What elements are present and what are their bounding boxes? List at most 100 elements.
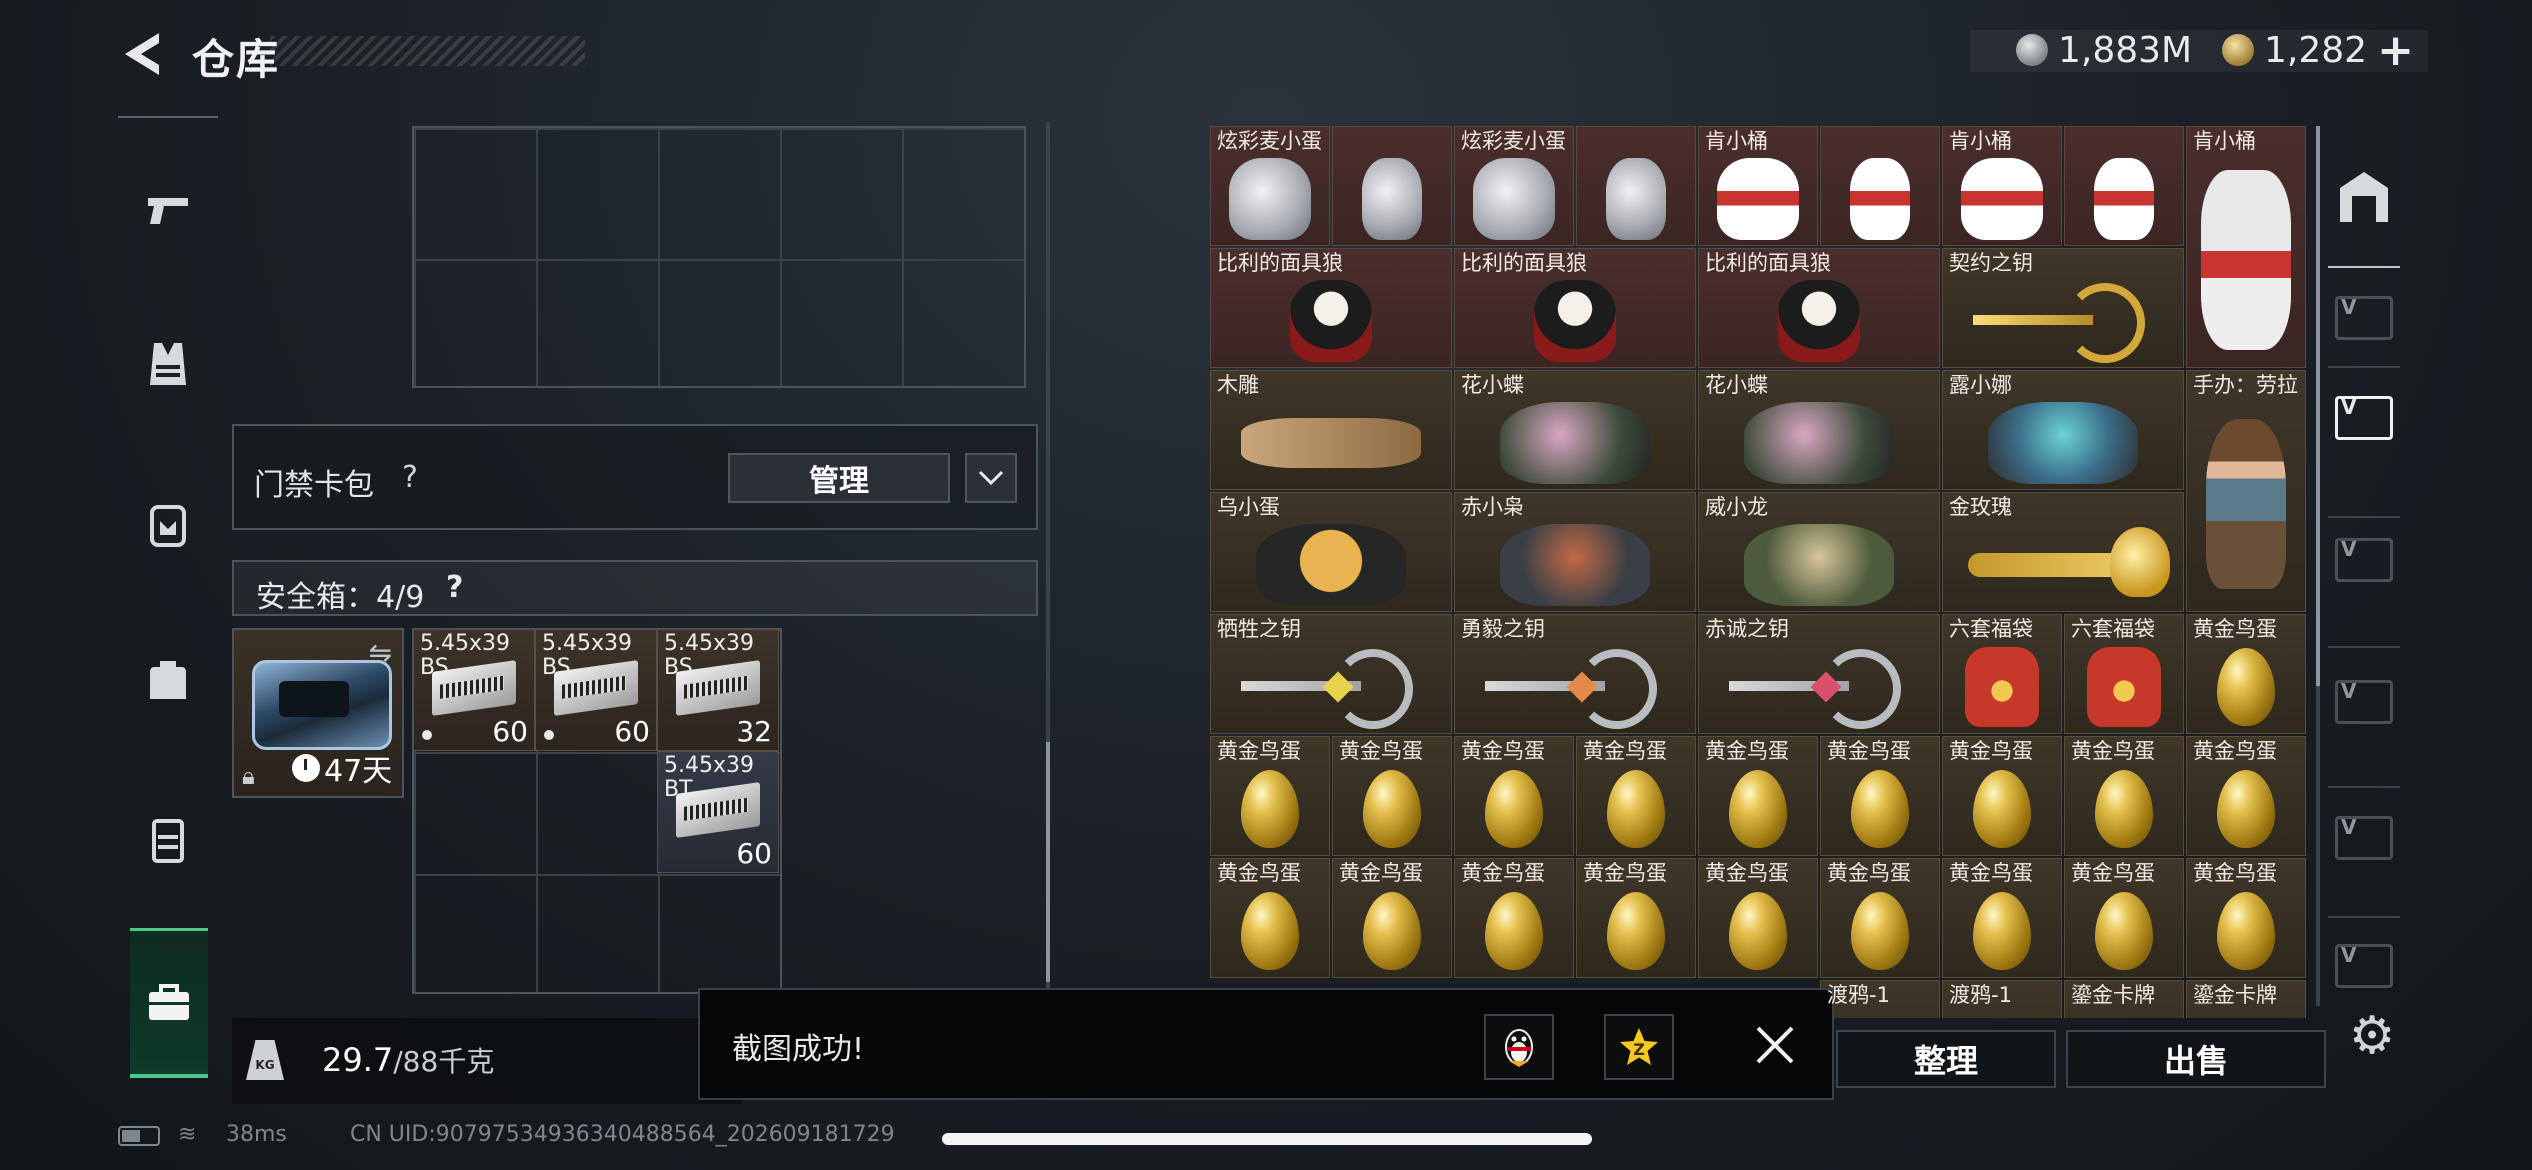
stash-item[interactable]: 比利的面具狼: [1210, 248, 1452, 368]
stash-item[interactable]: 黄金鸟蛋: [1332, 858, 1452, 978]
stash-item[interactable]: 花小蝶: [1698, 370, 1940, 490]
stash-item[interactable]: 渡鸦-1: [1820, 980, 1940, 1018]
stash-item[interactable]: 黄金鸟蛋: [1820, 736, 1940, 856]
ammo-item[interactable]: 5.45x39 BS 32: [657, 629, 779, 751]
stash-item[interactable]: 黄金鸟蛋: [2186, 614, 2306, 734]
manage-button[interactable]: 管理: [728, 453, 950, 503]
sort-button[interactable]: 整理: [1836, 1030, 2056, 1088]
stash-item[interactable]: 黄金鸟蛋: [2186, 736, 2306, 856]
card-pack-help[interactable]: ?: [402, 460, 418, 495]
stash-item[interactable]: [1332, 126, 1452, 246]
nav-chest-rig[interactable]: [128, 800, 208, 880]
nav-armor[interactable]: [128, 324, 208, 404]
stash-page-tab[interactable]: [2332, 936, 2396, 996]
stash-item[interactable]: [1576, 126, 1696, 246]
stash-item[interactable]: 黄金鸟蛋: [1576, 858, 1696, 978]
stash-item[interactable]: 乌小蛋: [1210, 492, 1452, 612]
stash-item[interactable]: 六套福袋: [1942, 614, 2062, 734]
stash-scroll-thumb[interactable]: [2316, 126, 2320, 686]
stash-item[interactable]: [2064, 126, 2184, 246]
stash-item[interactable]: 手办：劳拉: [2186, 370, 2306, 612]
safe-box-help[interactable]: ?: [446, 570, 463, 605]
stash-item[interactable]: 黄金鸟蛋: [2064, 736, 2184, 856]
add-currency-button[interactable]: +: [2377, 25, 2414, 76]
stash-page-tab-active[interactable]: [2332, 388, 2396, 448]
stash-item[interactable]: 黄金鸟蛋: [1576, 736, 1696, 856]
stash-page-tab[interactable]: [2332, 808, 2396, 868]
stash-item[interactable]: 黄金鸟蛋: [1454, 858, 1574, 978]
container-grid[interactable]: [412, 126, 1026, 388]
silver-coin-icon: [2016, 34, 2048, 66]
stash-item[interactable]: 六套福袋: [2064, 614, 2184, 734]
item-name: 金玫瑰: [1949, 495, 2012, 519]
warehouse-tab[interactable]: [2334, 166, 2394, 226]
item-name: 肯小桶: [1705, 129, 1768, 153]
settings-button[interactable]: ⚙: [2344, 1006, 2400, 1066]
stash-item[interactable]: 露小娜: [1942, 370, 2184, 490]
stash-item[interactable]: 木雕: [1210, 370, 1452, 490]
stash-item[interactable]: 黄金鸟蛋: [1210, 736, 1330, 856]
stash-page-tab[interactable]: [2332, 288, 2396, 348]
stash-item[interactable]: 黄金鸟蛋: [1698, 858, 1818, 978]
safe-box-item[interactable]: ⇋ 🔒︎ 47天: [232, 628, 404, 798]
item-name: 契约之钥: [1949, 251, 2033, 275]
stash-page-tab[interactable]: [2332, 672, 2396, 732]
stash-item[interactable]: 比利的面具狼: [1698, 248, 1940, 368]
stash-item[interactable]: 契约之钥: [1942, 248, 2184, 368]
stash-item[interactable]: 肯小桶: [2186, 126, 2306, 368]
stash-item[interactable]: 黄金鸟蛋: [1332, 736, 1452, 856]
card-pack-expand-button[interactable]: [965, 453, 1017, 503]
stash-item[interactable]: 黄金鸟蛋: [2064, 858, 2184, 978]
stash-item[interactable]: 勇毅之钥: [1454, 614, 1696, 734]
nav-backpack[interactable]: [128, 640, 208, 720]
stash-item[interactable]: 渡鸦-1: [1942, 980, 2062, 1018]
stash-item[interactable]: 肯小桶: [1942, 126, 2062, 246]
nav-backpack-armor[interactable]: [128, 484, 208, 564]
stash-scrollbar[interactable]: [2316, 126, 2320, 1006]
share-qq-button[interactable]: [1484, 1014, 1554, 1080]
item-art: [1821, 153, 1939, 245]
item-art: [2065, 153, 2183, 245]
stash-item[interactable]: 赤诚之钥: [1698, 614, 1940, 734]
stash-item[interactable]: 黄金鸟蛋: [1210, 858, 1330, 978]
stash-item[interactable]: 黄金鸟蛋: [1942, 858, 2062, 978]
wifi-icon: ≋: [178, 1122, 197, 1147]
sell-button[interactable]: 出售: [2066, 1030, 2326, 1088]
stash-item[interactable]: 鎏金卡牌: [2064, 980, 2184, 1018]
home-indicator[interactable]: [942, 1133, 1592, 1145]
stash-item[interactable]: 比利的面具狼: [1454, 248, 1696, 368]
stash-page-tab[interactable]: [2332, 530, 2396, 590]
stash-item[interactable]: 鎏金卡牌: [2186, 980, 2306, 1018]
left-scrollbar[interactable]: [1046, 122, 1050, 990]
share-qzone-button[interactable]: Z: [1604, 1014, 1674, 1080]
stash-item[interactable]: 炫彩麦小蛋: [1454, 126, 1574, 246]
ammo-item[interactable]: 5.45x39 BS 60: [413, 629, 535, 751]
stash-item[interactable]: 肯小桶: [1698, 126, 1818, 246]
nav-weapon[interactable]: [128, 170, 208, 250]
stash-item[interactable]: 金玫瑰: [1942, 492, 2184, 612]
stash-item[interactable]: [1820, 126, 1940, 246]
ammo-item[interactable]: 5.45x39 BT 60: [657, 751, 779, 873]
stash-page-icon: [2335, 679, 2393, 724]
stash-item[interactable]: 黄金鸟蛋: [1942, 736, 2062, 856]
stash-item[interactable]: 黄金鸟蛋: [2186, 858, 2306, 978]
stash-item[interactable]: 炫彩麦小蛋: [1210, 126, 1330, 246]
ammo-item[interactable]: 5.45x39 BS 60: [535, 629, 657, 751]
stash-item[interactable]: 花小蝶: [1454, 370, 1696, 490]
stash-item[interactable]: 威小龙: [1698, 492, 1940, 612]
stash-item[interactable]: 牺牲之钥: [1210, 614, 1452, 734]
left-scroll-thumb[interactable]: [1046, 742, 1050, 982]
safe-box-label: 安全箱：4/9: [256, 580, 425, 615]
stash-item[interactable]: 黄金鸟蛋: [1820, 858, 1940, 978]
item-art: [1943, 275, 2183, 367]
back-button[interactable]: [118, 26, 168, 82]
item-name: 黄金鸟蛋: [1461, 739, 1545, 763]
stash-item[interactable]: 黄金鸟蛋: [1698, 736, 1818, 856]
nav-safe-box[interactable]: [130, 928, 208, 1078]
stash-item[interactable]: 黄金鸟蛋: [1454, 736, 1574, 856]
close-toast-button[interactable]: [1750, 1020, 1800, 1070]
stash-grid[interactable]: 炫彩麦小蛋 炫彩麦小蛋 肯小桶 肯小桶 肯小桶 比利的面具狼 比利的面具狼 比利…: [1210, 126, 2310, 1018]
item-name: 黄金鸟蛋: [1705, 861, 1789, 885]
stash-item[interactable]: 赤小枭: [1454, 492, 1696, 612]
item-name: 肯小桶: [1949, 129, 2012, 153]
